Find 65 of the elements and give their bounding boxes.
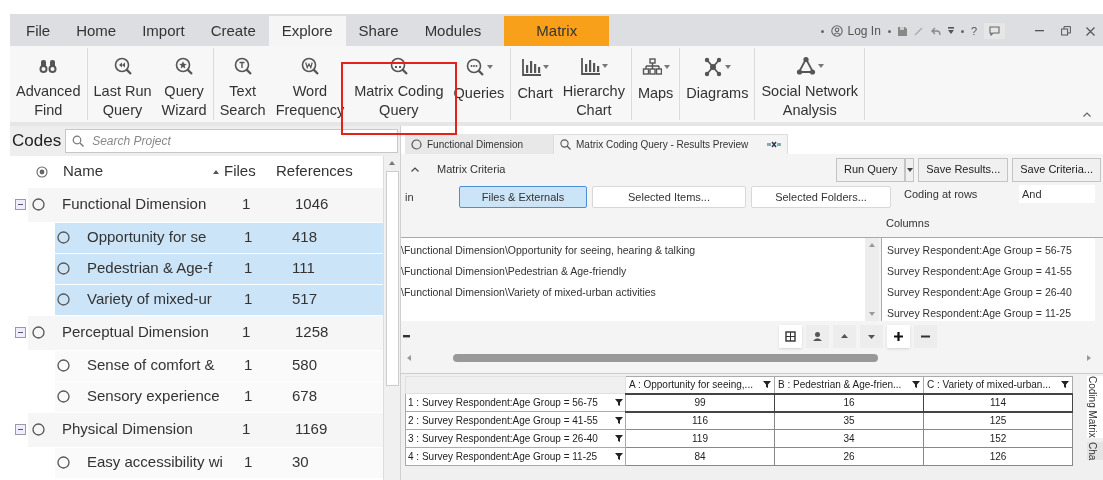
menu-tab[interactable]: Home	[63, 16, 130, 46]
ribbon-button[interactable]: Advanced Find	[11, 48, 86, 120]
table-cell: 16	[774, 393, 924, 412]
tree-row[interactable]: Easy accessibility wi 1 30	[55, 447, 383, 478]
column-header[interactable]: References	[276, 160, 353, 183]
section-title: Matrix Criteria	[437, 162, 506, 178]
menu-tab[interactable]: Modules	[411, 16, 495, 46]
list-item[interactable]: Survey Respondent:Age Group = 26-40	[887, 282, 1095, 303]
menu-tab[interactable]: Matrix	[504, 16, 610, 46]
list-item[interactable]: \Functional Dimension\Pedestrian & Age-friendly	[401, 261, 865, 282]
tree-row[interactable]: Opportunity for se 1 418	[55, 222, 383, 253]
list-item[interactable]: \Functional Dimension\Opportunity for seeing, hearing & talking	[401, 240, 865, 261]
tree-row[interactable]: Perceptual Dimension 1 1258	[28, 315, 383, 350]
column-header[interactable]: A : Opportunity for seeing,...	[625, 376, 775, 394]
help-button[interactable]: ?	[970, 22, 977, 40]
menu-tab[interactable]: Share	[345, 16, 412, 46]
search-field[interactable]: Search Project	[65, 129, 398, 153]
scope-button[interactable]: Files & Externals	[459, 186, 587, 208]
tree-row[interactable]: Physical Dimension 1 1169	[28, 412, 383, 447]
scope-button[interactable]: Selected Folders...	[751, 186, 891, 208]
toolbar-button[interactable]: Run Query	[836, 157, 906, 182]
menu-tab[interactable]: Explore	[268, 16, 346, 46]
list-item[interactable]: \Functional Dimension\Variety of mixed-urban activities	[401, 282, 865, 303]
panel-title: Codes	[11, 130, 62, 153]
scope-button[interactable]: Selected Items...	[592, 186, 746, 208]
list-item[interactable]: Survey Respondent:Age Group = 11-25	[887, 303, 1095, 324]
tree-row[interactable]: Sense of comfort & 1 580	[55, 350, 383, 381]
search-field[interactable]: Search Project	[92, 132, 391, 150]
column-header[interactable]: Name	[63, 160, 213, 183]
login-link[interactable]: Log In	[847, 22, 881, 40]
tree-row[interactable]: Sensory experience 1 678	[55, 381, 383, 412]
table-cell: 99	[625, 393, 775, 412]
document-tab[interactable]: Matrix Coding Query - Results Preview	[553, 134, 788, 154]
rows-list[interactable]: \Functional Dimension\Opportunity for seeing, hearing & talking \Functional Dimension\Pedestrian & Age-friendly \Functional Dimension\Variety of mixed-urban activities	[401, 238, 879, 321]
field-label: Columns	[886, 215, 930, 231]
ribbon-button[interactable]: Social Network Analysis	[756, 48, 864, 120]
column-header[interactable]: Files	[224, 160, 276, 183]
tree-row[interactable]: Variety of mixed-ur 1 517	[55, 284, 383, 315]
toolbar-button[interactable]: Save Results...	[918, 157, 1009, 182]
list-item[interactable]: Survey Respondent:Age Group = 56-75	[887, 240, 1095, 261]
ribbon-button[interactable]: Maps	[632, 48, 679, 120]
menu-tab[interactable]: Import	[129, 16, 198, 46]
list-item[interactable]: Survey Respondent:Age Group = 41-55	[887, 261, 1095, 282]
ribbon-button[interactable]: Diagrams	[681, 48, 754, 120]
tree-row[interactable]: Pedestrian & Age-f 1 111	[55, 253, 383, 284]
side-tab[interactable]: Coding Matrix	[1087, 376, 1103, 438]
menu-tab[interactable]: Create	[197, 16, 269, 46]
ribbon-button[interactable]: Matrix Coding Query	[349, 48, 449, 120]
ribbon-button[interactable]: Text Search	[214, 48, 271, 120]
field-label: in	[404, 189, 415, 205]
column-header[interactable]: C : Variety of mixed-urban...	[923, 376, 1073, 394]
field-label: Coding at rows	[904, 186, 979, 202]
column-header[interactable]: B : Pedestrian & Age-frien...	[774, 376, 924, 394]
ribbon-button[interactable]: Chart	[512, 48, 558, 120]
side-tab[interactable]: Cha	[1087, 441, 1103, 461]
menu-tab[interactable]: File	[13, 16, 64, 46]
tree-row[interactable]: Functional Dimension 1 1046	[28, 187, 383, 222]
table-cell: 114	[923, 393, 1073, 412]
document-tab[interactable]: Functional Dimension	[405, 134, 553, 154]
ribbon-button[interactable]: Query Wizard	[156, 48, 212, 120]
dropdown-field[interactable]: And	[1019, 185, 1095, 203]
columns-list[interactable]: Survey Respondent:Age Group = 56-75 Survey Respondent:Age Group = 41-55 Survey Respondent:Age Group = 26-40 Survey Respondent:Age Group = 11-25	[881, 238, 1095, 321]
toolbar-button[interactable]: Save Criteria...	[1012, 157, 1101, 182]
ribbon-button[interactable]: Last Run Query	[88, 48, 157, 120]
ribbon-button[interactable]: Hierarchy Chart	[557, 48, 630, 120]
